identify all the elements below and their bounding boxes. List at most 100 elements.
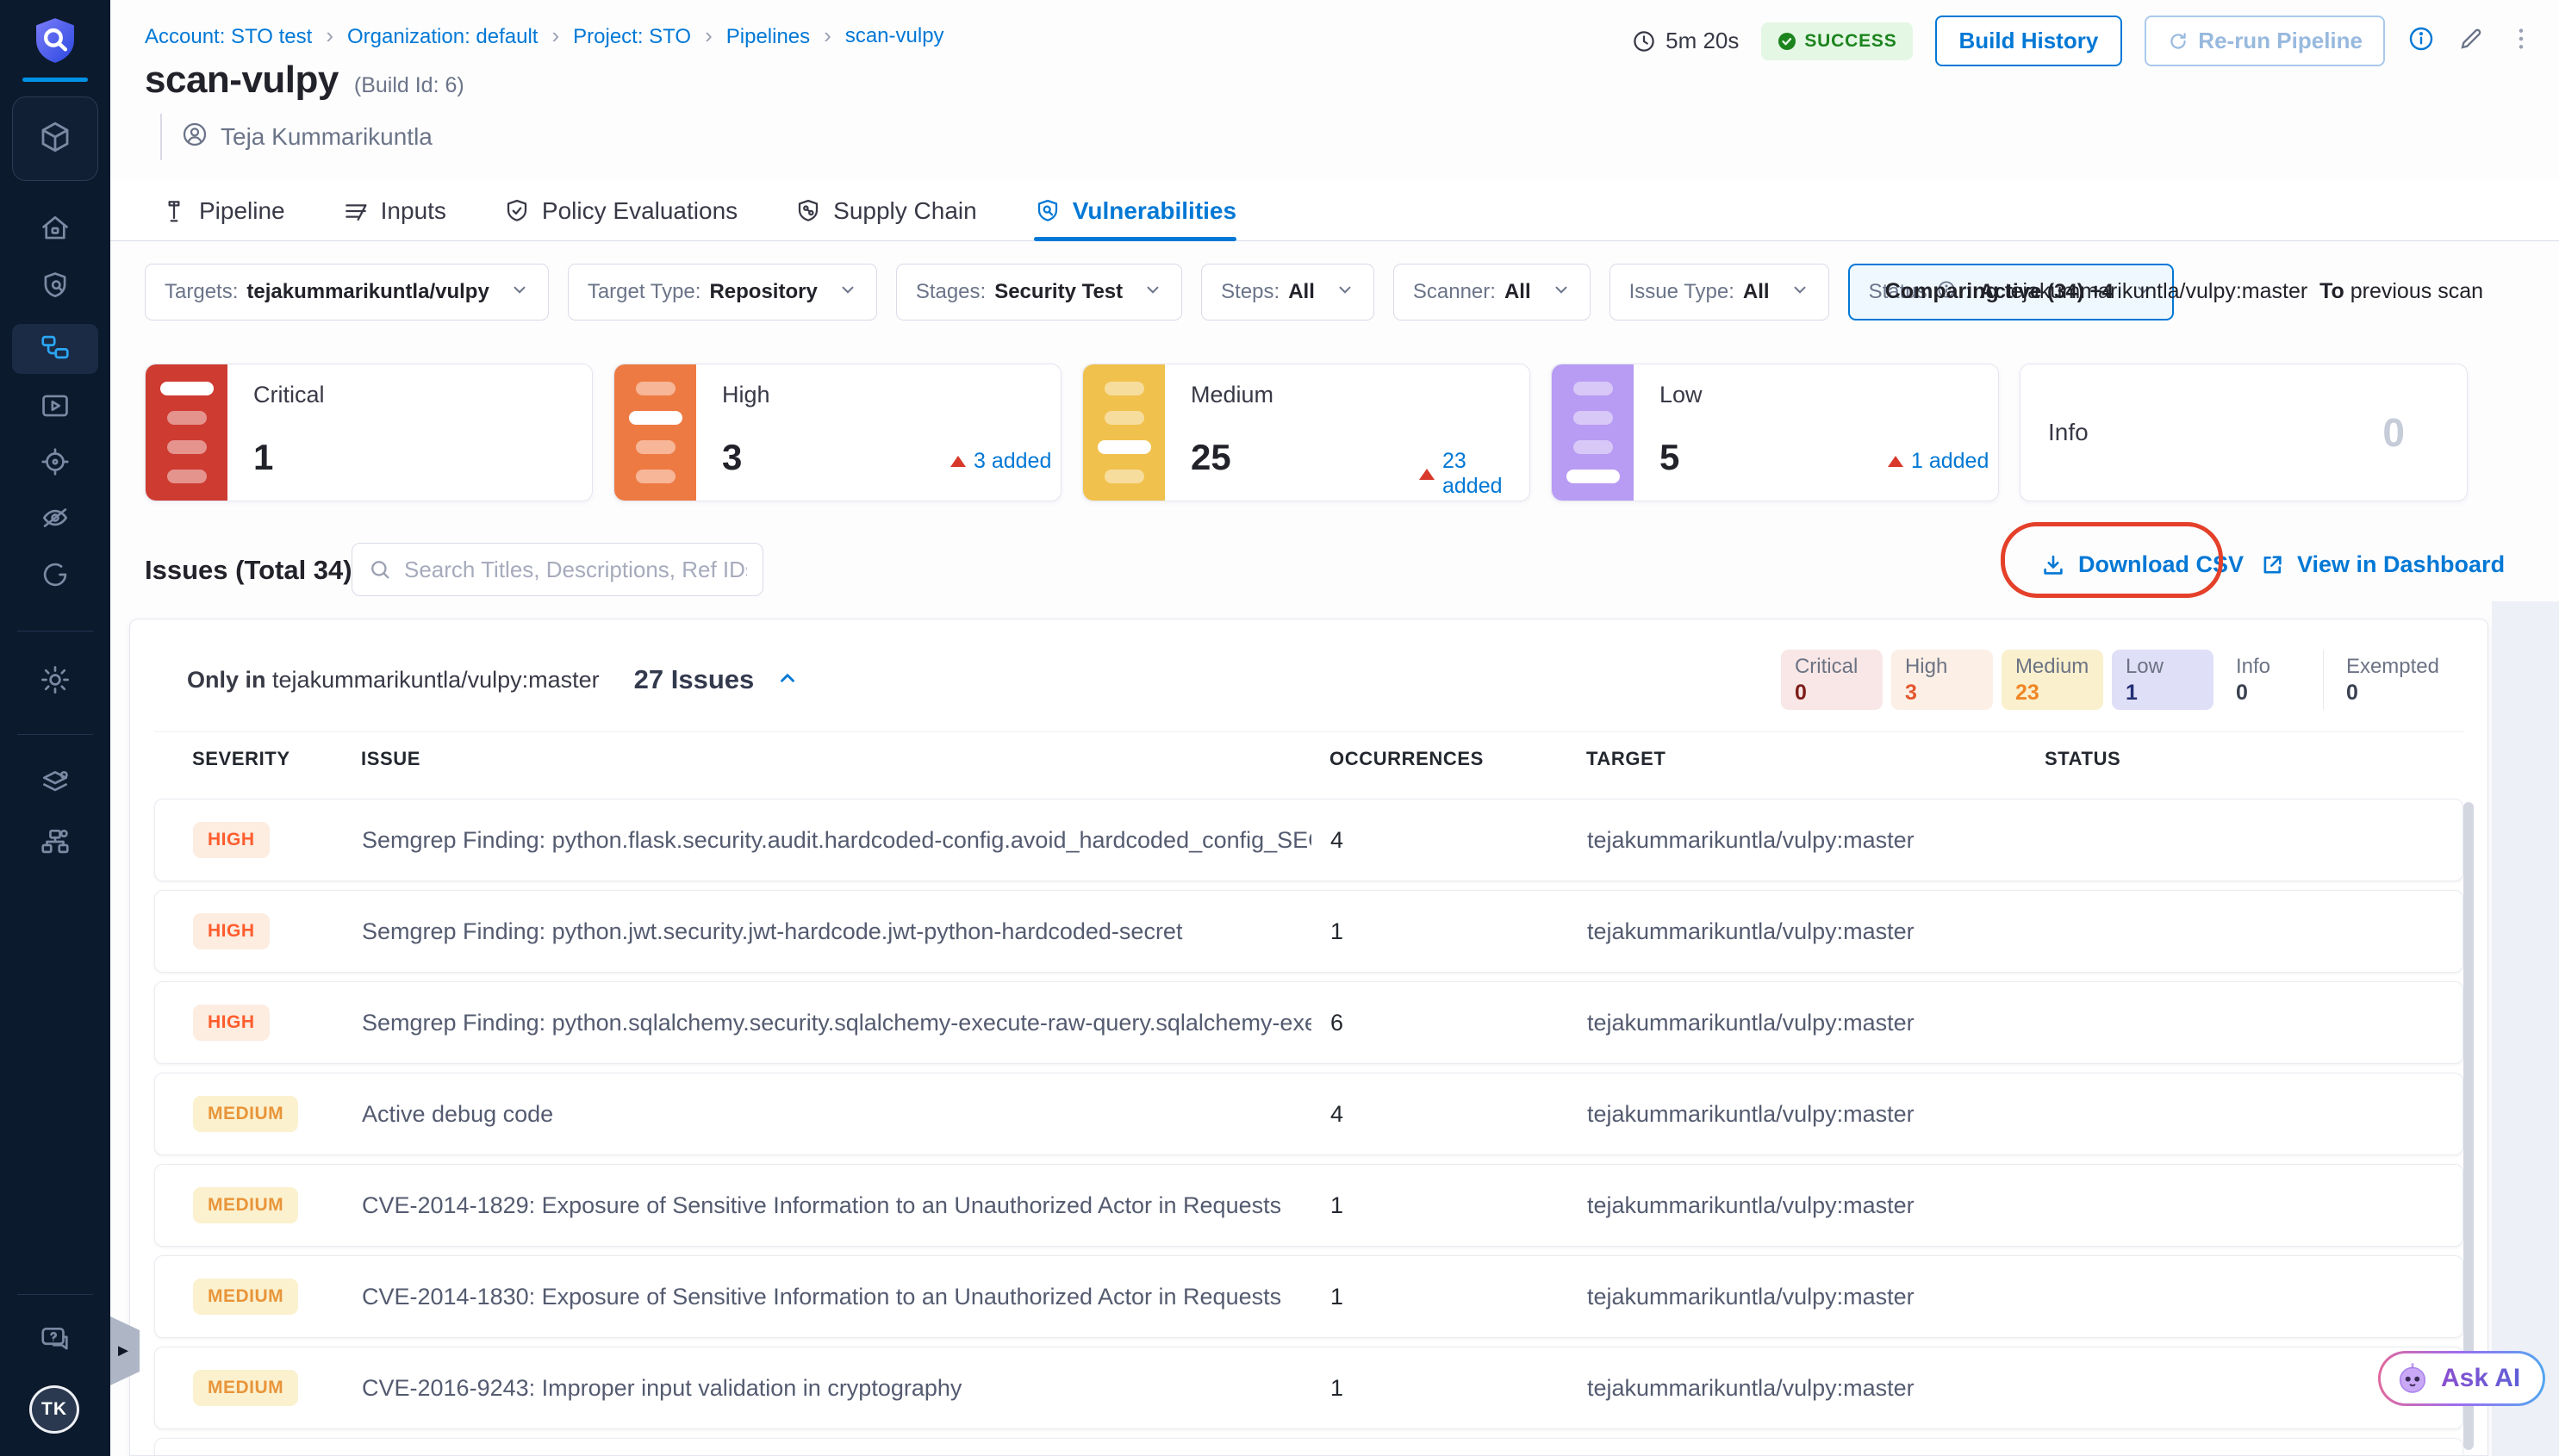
filter-scanner[interactable]: Scanner:All	[1393, 264, 1591, 320]
chip-info[interactable]: Info0	[2222, 650, 2324, 710]
filter-targets[interactable]: Targets:tejakummarikuntla/vulpy	[145, 264, 549, 320]
table-row[interactable]: MEDIUM CVE-2017-11424: PyJWT should not …	[154, 1438, 2463, 1456]
tab-vulnerabilities[interactable]: Vulnerabilities	[1034, 181, 1236, 241]
build-history-button[interactable]: Build History	[1935, 16, 2123, 66]
tab-pipeline[interactable]: Pipeline	[160, 181, 285, 241]
chip-critical[interactable]: Critical0	[1781, 650, 1883, 710]
sidebar-item-executions[interactable]	[12, 383, 98, 432]
severity-level-indicator	[1552, 364, 1634, 501]
filter-target-type[interactable]: Target Type:Repository	[568, 264, 877, 320]
chevron-up-icon[interactable]	[776, 667, 799, 694]
tab-supply-chain[interactable]: Supply Chain	[794, 181, 977, 241]
build-id-label: (Build Id: 6)	[354, 73, 464, 98]
severity-card-info[interactable]: Info 0	[2020, 364, 2468, 501]
filter-stages[interactable]: Stages:Security Test	[896, 264, 1182, 320]
card-count: 1	[253, 437, 273, 478]
tab-inputs[interactable]: Inputs	[342, 181, 446, 241]
sidebar-item-pipelines[interactable]	[12, 324, 98, 374]
table-row[interactable]: MEDIUM CVE-2016-9243: Improper input val…	[154, 1347, 2463, 1429]
added-delta: 3 added	[950, 449, 1051, 474]
severity-card-low[interactable]: Low 5 1 added	[1551, 364, 1999, 501]
info-circle-icon[interactable]	[2407, 25, 2435, 57]
sidebar-item-home[interactable]	[12, 205, 98, 255]
policy-evaluations-icon	[503, 197, 531, 225]
sidebar-item-default-settings[interactable]	[12, 760, 98, 810]
ask-ai-button[interactable]: Ask AI	[2378, 1351, 2545, 1406]
sidebar-item-exemptions[interactable]	[12, 551, 98, 601]
severity-card-medium[interactable]: Medium 25 23 added	[1082, 364, 1530, 501]
chevron-down-icon	[1790, 280, 1809, 305]
sidebar-item-baselines[interactable]	[12, 495, 98, 544]
sidebar-divider	[17, 734, 93, 735]
view-in-dashboard-button[interactable]: View in Dashboard	[2259, 551, 2505, 578]
kebab-menu-icon[interactable]	[2507, 25, 2535, 57]
table-row[interactable]: HIGH Semgrep Finding: python.sqlalchemy.…	[154, 981, 2463, 1064]
target-value: tejakummarikuntla/vulpy:master	[1587, 827, 2045, 854]
chip-low[interactable]: Low1	[2112, 650, 2213, 710]
cube-icon	[37, 119, 73, 159]
rerun-pipeline-button[interactable]: Re-run Pipeline	[2145, 16, 2385, 66]
card-label: Medium	[1191, 382, 1529, 408]
breadcrumb-link[interactable]: scan-vulpy	[845, 24, 944, 48]
breadcrumb-link[interactable]: Project: STO	[573, 22, 726, 49]
table-row[interactable]: MEDIUM CVE-2014-1830: Exposure of Sensit…	[154, 1255, 2463, 1338]
breadcrumb-link[interactable]: Organization: default	[347, 22, 573, 49]
sidebar-item-settings[interactable]	[12, 656, 98, 706]
edit-pencil-icon[interactable]	[2457, 25, 2485, 57]
table-header-row: SEVERITY ISSUE OCCURRENCES TARGET STATUS	[154, 731, 2463, 785]
layers-settings-icon	[39, 767, 72, 804]
download-csv-button[interactable]: Download CSV	[2040, 551, 2244, 578]
triangle-up-icon	[1419, 469, 1435, 480]
chevron-down-icon	[838, 280, 857, 305]
occurrences-value: 1	[1311, 1375, 1587, 1402]
sidebar-item-org-settings[interactable]	[12, 818, 98, 868]
severity-level-indicator	[146, 364, 227, 501]
severity-card-high[interactable]: High 3 3 added	[613, 364, 1062, 501]
app-window: TK ► Account: STO testOrganization: defa…	[0, 0, 2559, 1456]
sidebar-divider	[17, 1294, 93, 1295]
chip-exempted[interactable]: Exempted0	[2332, 650, 2453, 710]
sidebar-item-help[interactable]	[12, 1316, 98, 1366]
pipeline-icon	[160, 197, 188, 225]
harness-sto-logo-icon	[28, 14, 82, 71]
target-value: tejakummarikuntla/vulpy:master	[1587, 1101, 2045, 1128]
chip-high[interactable]: High3	[1891, 650, 1993, 710]
table-row[interactable]: HIGH Semgrep Finding: python.flask.secur…	[154, 799, 2463, 881]
eye-off-icon	[39, 501, 72, 538]
triangle-up-icon	[950, 456, 966, 467]
filter-steps[interactable]: Steps:All	[1201, 264, 1374, 320]
sidebar-item-scans[interactable]	[12, 262, 98, 312]
col-issue: ISSUE	[361, 748, 1311, 770]
user-avatar[interactable]: TK	[29, 1385, 79, 1434]
issue-title: CVE-2014-1829: Exposure of Sensitive Inf…	[362, 1192, 1311, 1219]
sidebar-item-targets[interactable]	[12, 439, 98, 488]
ai-robot-icon	[2394, 1360, 2431, 1397]
card-count: 3	[722, 437, 742, 478]
severity-badge: MEDIUM	[193, 1279, 298, 1315]
home-icon	[39, 212, 72, 249]
pipelines-icon	[39, 331, 72, 368]
severity-badge: MEDIUM	[193, 1187, 298, 1223]
breadcrumb-link[interactable]: Pipelines	[726, 22, 845, 49]
severity-level-indicator	[614, 364, 696, 501]
occurrences-value: 4	[1311, 827, 1587, 854]
tab-policy-evaluations[interactable]: Policy Evaluations	[503, 181, 738, 241]
org-settings-icon	[39, 825, 72, 862]
header-actions: 5m 20s SUCCESS Build History Re-run Pipe…	[1631, 16, 2535, 66]
download-icon	[2040, 552, 2066, 578]
sidebar-divider	[17, 631, 93, 632]
search-input[interactable]	[404, 557, 747, 583]
issue-title: Active debug code	[362, 1101, 1311, 1128]
table-row[interactable]: HIGH Semgrep Finding: python.jwt.securit…	[154, 890, 2463, 973]
table-row[interactable]: MEDIUM Active debug code 4 tejakummariku…	[154, 1073, 2463, 1155]
chip-medium[interactable]: Medium23	[2002, 650, 2103, 710]
crosshair-icon	[39, 445, 72, 482]
module-active-indicator	[22, 78, 88, 82]
issues-table-container: Only in tejakummarikuntla/vulpy:master 2…	[129, 619, 2488, 1456]
table-row[interactable]: MEDIUM CVE-2014-1829: Exposure of Sensit…	[154, 1164, 2463, 1247]
breadcrumb-link[interactable]: Account: STO test	[145, 22, 347, 49]
filter-issue-type[interactable]: Issue Type:All	[1609, 264, 1829, 320]
target-value: tejakummarikuntla/vulpy:master	[1587, 918, 2045, 945]
severity-card-critical[interactable]: Critical 1	[145, 364, 593, 501]
module-selector-button[interactable]	[12, 96, 98, 181]
